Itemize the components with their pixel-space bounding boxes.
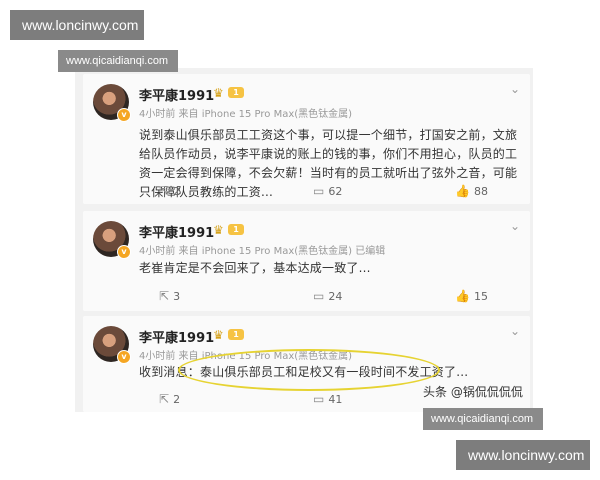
repost-button[interactable]: ⇱ 2 xyxy=(159,392,180,406)
like-button[interactable]: 👍 88 xyxy=(455,184,488,198)
crown-icon: ♛ xyxy=(213,223,224,237)
watermark: www.qicaidianqi.com xyxy=(423,408,543,430)
watermark: www.qicaidianqi.com xyxy=(58,50,178,72)
comment-button[interactable]: ▭ 62 xyxy=(313,184,342,198)
post-text: 老崔肯定是不会回来了，基本达成一致了... xyxy=(139,261,371,275)
source-credit: 头条 @锅侃侃侃侃 xyxy=(423,385,523,399)
repost-count: 2 xyxy=(173,185,181,198)
verified-badge-icon: v xyxy=(117,350,131,364)
comment-count: 24 xyxy=(328,290,343,303)
username[interactable]: 李平康1991 xyxy=(139,327,214,346)
watermark: www.loncinwy.com xyxy=(456,440,590,470)
comment-button[interactable]: ▭ 24 xyxy=(313,289,342,303)
level-badge: 1 xyxy=(228,329,244,340)
weibo-post[interactable]: v 李平康1991 ♛ 1 4小时前 来自 iPhone 15 Pro Max(… xyxy=(83,74,530,204)
like-count: 88 xyxy=(473,185,488,198)
repost-button[interactable]: ⇱ 2 xyxy=(159,184,180,198)
like-button[interactable]: 👍 15 xyxy=(455,289,488,303)
post-actions: ⇱ 2 ▭ 62 👍 88 xyxy=(139,184,518,200)
comment-count: 41 xyxy=(328,393,343,406)
username[interactable]: 李平康1991 xyxy=(139,222,214,241)
weibo-post[interactable]: v 李平康1991 ♛ 1 4小时前 来自 iPhone 15 Pro Max(… xyxy=(83,211,530,311)
repost-icon: ⇱ xyxy=(159,289,170,303)
crown-icon: ♛ xyxy=(213,86,224,100)
repost-count: 3 xyxy=(173,290,181,303)
repost-icon: ⇱ xyxy=(159,392,170,406)
level-badge: 1 xyxy=(228,224,244,235)
comment-icon: ▭ xyxy=(313,289,325,303)
post-meta: 4小时前 来自 iPhone 15 Pro Max(黑色钛金属) 已编辑 xyxy=(139,246,386,257)
crown-icon: ♛ xyxy=(213,328,224,342)
post-meta: 4小时前 来自 iPhone 15 Pro Max(黑色钛金属) xyxy=(139,109,353,120)
comment-icon: ▭ xyxy=(313,184,325,198)
like-icon: 👍 xyxy=(455,289,470,303)
repost-count: 2 xyxy=(173,393,181,406)
verified-badge-icon: v xyxy=(117,108,131,122)
watermark: www.loncinwy.com xyxy=(10,10,144,40)
level-badge: 1 xyxy=(228,87,244,98)
repost-icon: ⇱ xyxy=(159,184,170,198)
comment-icon: ▭ xyxy=(313,392,325,406)
highlight-ellipse xyxy=(178,349,440,391)
post-actions: ⇱ 3 ▭ 24 👍 15 xyxy=(139,289,518,305)
like-count: 15 xyxy=(473,290,488,303)
chevron-down-icon[interactable]: ⌄ xyxy=(510,219,520,233)
chevron-down-icon[interactable]: ⌄ xyxy=(510,324,520,338)
repost-button[interactable]: ⇱ 3 xyxy=(159,289,180,303)
like-icon: 👍 xyxy=(455,184,470,198)
username[interactable]: 李平康1991 xyxy=(139,85,214,104)
verified-badge-icon: v xyxy=(117,245,131,259)
comment-count: 62 xyxy=(328,185,343,198)
screenshot-canvas: v 李平康1991 ♛ 1 4小时前 来自 iPhone 15 Pro Max(… xyxy=(0,0,600,480)
chevron-down-icon[interactable]: ⌄ xyxy=(510,82,520,96)
comment-button[interactable]: ▭ 41 xyxy=(313,392,342,406)
